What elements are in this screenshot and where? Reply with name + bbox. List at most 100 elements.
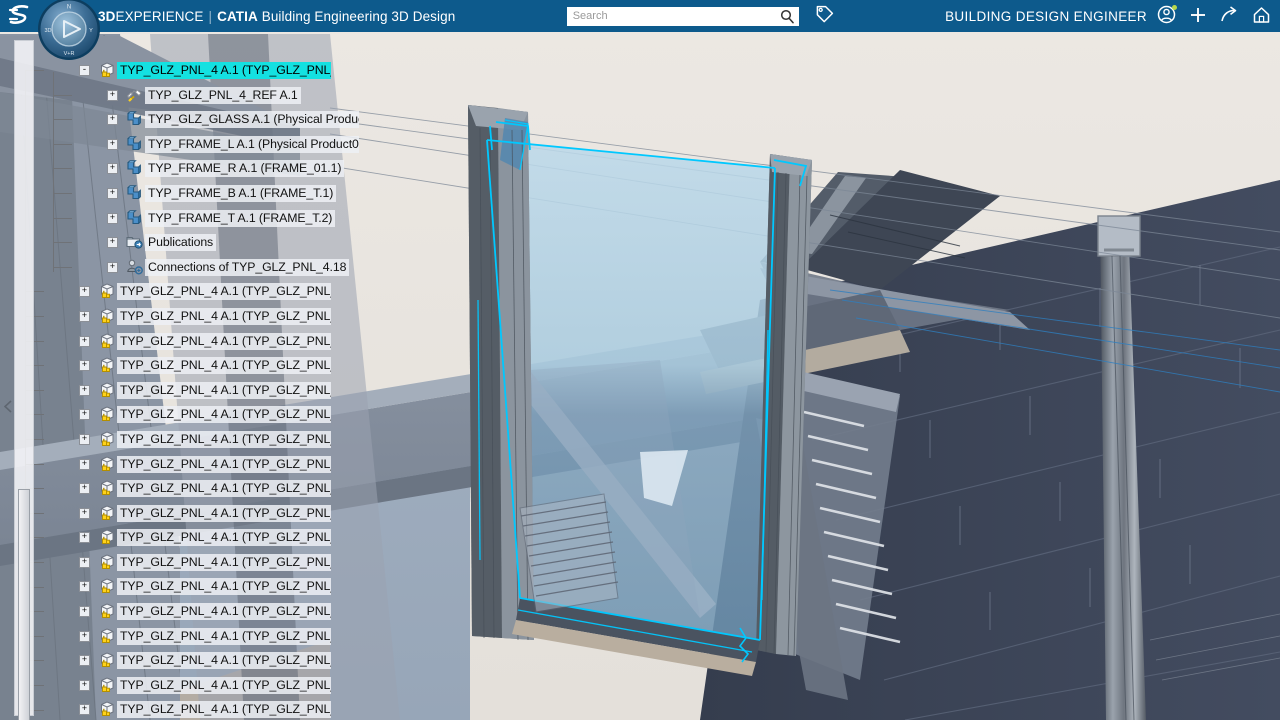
tree-node[interactable]: + TYP_FRAME_R A.1 (FRAME_01.1)	[60, 156, 350, 181]
tree-node[interactable]: + TYP_GLZ_PNL_4 A.1 (TYP_GLZ_PNL_4.26	[60, 452, 350, 477]
tree-node[interactable]: + TYP_GLZ_PNL_4 A.1 (TYP_GLZ_PNL_4.20	[60, 304, 350, 329]
tree-node-label[interactable]: TYP_GLZ_PNL_4 A.1 (TYP_GLZ_PNL_4.35	[117, 676, 331, 694]
tree-node-label[interactable]: TYP_GLZ_PNL_4 A.1 (TYP_GLZ_PNL_4.22	[117, 357, 331, 375]
tree-node-label-selected[interactable]: TYP_GLZ_PNL_4 A.1 (TYP_GLZ_PNL_4.18	[117, 62, 331, 79]
tree-collapse-panel-button[interactable]	[2, 395, 14, 417]
tree-node-label[interactable]: TYP_FRAME_B A.1 (FRAME_T.1)	[145, 184, 337, 202]
assembly-product-icon	[101, 505, 114, 520]
expand-node-button[interactable]: +	[107, 237, 118, 249]
expand-node-button[interactable]: +	[79, 630, 90, 642]
tree-node[interactable]: + TYP_GLZ_PNL_4 A.1 (TYP_GLZ_PNL_4.19	[60, 279, 350, 304]
tree-vertical-scrollbar[interactable]	[14, 40, 34, 720]
tree-node-label[interactable]: TYP_GLZ_PNL_4 A.1 (TYP_GLZ_PNL_4.36	[117, 701, 331, 719]
tree-node-label[interactable]: TYP_GLZ_PNL_4 A.1 (TYP_GLZ_PNL_4.26	[117, 455, 331, 473]
tree-node-label[interactable]: TYP_GLZ_GLASS A.1 (Physical Product	[145, 111, 359, 129]
search-input[interactable]	[566, 6, 799, 26]
expand-node-button[interactable]: +	[79, 606, 90, 618]
tree-node[interactable]: + TYP_FRAME_B A.1 (FRAME_T.1)	[60, 181, 350, 206]
tree-node-label[interactable]: TYP_FRAME_T A.1 (FRAME_T.2)	[145, 209, 336, 227]
expand-node-button[interactable]: +	[107, 212, 118, 224]
tree-node[interactable]: + TYP_FRAME_L A.1 (Physical Product0	[60, 132, 359, 157]
tree-node-label[interactable]: TYP_GLZ_PNL_4 A.1 (TYP_GLZ_PNL_4.29	[117, 529, 331, 547]
tree-node[interactable]: + TYP_GLZ_PNL_4 A.1 (TYP_GLZ_PNL_4.29	[60, 525, 350, 550]
tree-node-label[interactable]: TYP_FRAME_R A.1 (FRAME_01.1)	[145, 160, 345, 178]
tree-node[interactable]: + TYP_GLZ_PNL_4 A.1 (TYP_GLZ_PNL_4.31	[60, 574, 350, 599]
tag-icon[interactable]	[815, 5, 834, 27]
tree-node-label[interactable]: TYP_GLZ_PNL_4 A.1 (TYP_GLZ_PNL_4.21	[117, 332, 331, 350]
expand-node-button[interactable]: +	[79, 360, 90, 372]
expand-node-button[interactable]: +	[79, 286, 90, 298]
expand-node-button[interactable]: +	[79, 679, 90, 691]
expand-node-button[interactable]: +	[107, 114, 118, 126]
home-icon[interactable]	[1252, 6, 1271, 27]
tree-node[interactable]: + Connections of TYP_GLZ_PNL_4.18	[60, 255, 350, 280]
tree-node[interactable]: + TYP_GLZ_PNL_4 A.1 (TYP_GLZ_PNL_4.34	[60, 648, 350, 673]
tree-node[interactable]: + TYP_GLZ_PNL_4 A.1 (TYP_GLZ_PNL_4.23	[60, 378, 350, 403]
expand-node-button[interactable]: +	[79, 507, 90, 519]
tree-node[interactable]: + TYP_GLZ_PNL_4 A.1 (TYP_GLZ_PNL_4.36	[60, 697, 350, 720]
tree-node[interactable]: + TYP_GLZ_PNL_4 A.1 (TYP_GLZ_PNL_4.22	[60, 353, 350, 378]
expand-node-button[interactable]: +	[79, 532, 90, 544]
tree-node-label[interactable]: TYP_FRAME_L A.1 (Physical Product0	[145, 135, 359, 153]
expand-node-button[interactable]: +	[107, 187, 118, 199]
tree-scroll-thumb[interactable]	[18, 489, 30, 720]
user-account-icon[interactable]	[1157, 5, 1177, 27]
expand-node-button[interactable]: +	[79, 335, 90, 347]
tree-node[interactable]: + TYP_GLZ_PNL_4 A.1 (TYP_GLZ_PNL_4.27	[60, 476, 350, 501]
expand-node-button[interactable]: +	[79, 655, 90, 667]
expand-node-button[interactable]: +	[79, 483, 90, 495]
reference-skeleton-icon	[126, 88, 142, 102]
specification-tree[interactable]: - TYP_GLZ_PNL_4 A.1 (TYP_GLZ_PNL_4.18 + TYP…	[60, 58, 359, 720]
expand-node-button[interactable]: +	[79, 556, 90, 568]
search-icon[interactable]	[780, 9, 794, 27]
tree-node[interactable]: + TYP_GLZ_PNL_4 A.1 (TYP_GLZ_PNL_4.21	[60, 329, 350, 354]
tree-node[interactable]: + TYP_GLZ_PNL_4 A.1 (TYP_GLZ_PNL_4.25	[60, 427, 350, 452]
expand-node-button[interactable]: +	[79, 581, 90, 593]
search-box[interactable]	[566, 6, 799, 27]
tree-node-label[interactable]: TYP_GLZ_PNL_4 A.1 (TYP_GLZ_PNL_4.34	[117, 652, 331, 670]
expand-node-button[interactable]: +	[79, 310, 90, 322]
expand-node-button[interactable]: +	[107, 138, 118, 150]
expand-node-button[interactable]: +	[79, 433, 90, 445]
tree-node[interactable]: + TYP_FRAME_T A.1 (FRAME_T.2)	[60, 206, 350, 231]
collapse-node-button[interactable]: -	[79, 65, 90, 76]
tree-node[interactable]: + TYP_GLZ_PNL_4_REF A.1	[60, 83, 350, 108]
tree-node-label[interactable]: TYP_GLZ_PNL_4 A.1 (TYP_GLZ_PNL_4.31	[117, 578, 331, 596]
tree-node-label[interactable]: Connections of TYP_GLZ_PNL_4.18	[145, 258, 350, 276]
tree-node-label[interactable]: TYP_GLZ_PNL_4_REF A.1	[145, 86, 301, 104]
tree-node[interactable]: + TYP_GLZ_PNL_4 A.1 (TYP_GLZ_PNL_4.30	[60, 550, 350, 575]
tree-node-label[interactable]: TYP_GLZ_PNL_4 A.1 (TYP_GLZ_PNL_4.25	[117, 430, 331, 448]
expand-node-button[interactable]: +	[107, 89, 118, 101]
tree-node-label[interactable]: TYP_GLZ_PNL_4 A.1 (TYP_GLZ_PNL_4.24	[117, 406, 331, 424]
expand-node-button[interactable]: +	[107, 261, 118, 273]
expand-node-button[interactable]: +	[79, 409, 90, 421]
tree-node-label[interactable]: TYP_GLZ_PNL_4 A.1 (TYP_GLZ_PNL_4.19	[117, 283, 331, 301]
tree-node[interactable]: + TYP_GLZ_PNL_4 A.1 (TYP_GLZ_PNL_4.32	[60, 599, 350, 624]
tree-node-label[interactable]: Publications	[145, 234, 217, 252]
tree-node[interactable]: + TYP_GLZ_PNL_4 A.1 (TYP_GLZ_PNL_4.28	[60, 501, 350, 526]
plus-icon[interactable]	[1189, 6, 1207, 27]
tree-node[interactable]: + Publications	[60, 230, 350, 255]
expand-node-button[interactable]: +	[79, 458, 90, 470]
tree-node-label[interactable]: TYP_GLZ_PNL_4 A.1 (TYP_GLZ_PNL_4.32	[117, 603, 331, 621]
tree-node-label[interactable]: TYP_GLZ_PNL_4 A.1 (TYP_GLZ_PNL_4.23	[117, 381, 331, 399]
tree-node[interactable]: + TYP_GLZ_PNL_4 A.1 (TYP_GLZ_PNL_4.35	[60, 673, 350, 698]
tree-node-label[interactable]: TYP_GLZ_PNL_4 A.1 (TYP_GLZ_PNL_4.33	[117, 627, 331, 645]
expand-node-button[interactable]: +	[79, 704, 90, 716]
tree-node-label[interactable]: TYP_GLZ_PNL_4 A.1 (TYP_GLZ_PNL_4.28	[117, 504, 331, 522]
tree-node[interactable]: - TYP_GLZ_PNL_4 A.1 (TYP_GLZ_PNL_4.18	[60, 58, 350, 83]
tree-node-label[interactable]: TYP_GLZ_PNL_4 A.1 (TYP_GLZ_PNL_4.27	[117, 480, 331, 498]
physical-product-icon	[125, 159, 144, 177]
brand-separator: |	[208, 8, 213, 24]
tree-node-label[interactable]: TYP_GLZ_PNL_4 A.1 (TYP_GLZ_PNL_4.20	[117, 307, 331, 325]
expand-node-button[interactable]: +	[107, 163, 118, 175]
tree-node[interactable]: + TYP_GLZ_PNL_4 A.1 (TYP_GLZ_PNL_4.24	[60, 402, 350, 427]
expand-node-button[interactable]: +	[79, 384, 90, 396]
3ds-logo-icon	[8, 5, 29, 24]
tree-node-label[interactable]: TYP_GLZ_PNL_4 A.1 (TYP_GLZ_PNL_4.30	[117, 553, 331, 571]
3dexperience-compass[interactable]: N 3D Y V+R	[36, 0, 102, 62]
tree-node[interactable]: + TYP_GLZ_PNL_4 A.1 (TYP_GLZ_PNL_4.33	[60, 624, 350, 649]
tree-node[interactable]: + TYP_GLZ_GLASS A.1 (Physical Product	[60, 107, 359, 132]
share-arrow-icon[interactable]	[1220, 5, 1239, 27]
assembly-product-icon	[101, 62, 114, 77]
